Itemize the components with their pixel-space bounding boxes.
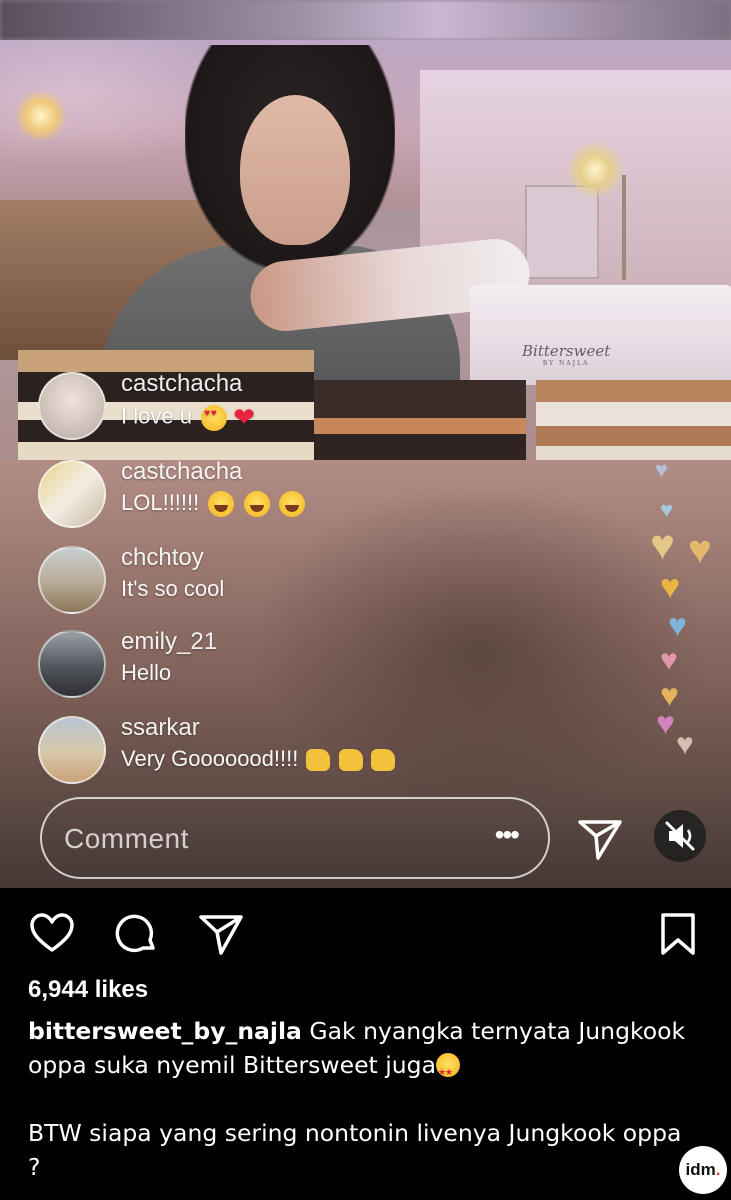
comment-username[interactable]: chchtoy [121,544,204,572]
floating-heart-icon: ♥ [656,705,675,741]
floating-heart-icon: ♥ [660,568,681,606]
mute-button[interactable] [654,810,706,862]
comment-text-row: LOL!!!!!! [121,490,305,518]
comment-username[interactable]: emily_21 [121,628,217,656]
post-actions [0,888,731,978]
product-box [470,285,731,385]
mute-icon [665,821,695,851]
floating-heart-icon: ♥ [660,644,678,677]
post-caption: bittersweet_by_najla Gak nyangka ternyat… [28,1014,688,1184]
laughing-emoji-icon [243,491,270,518]
comment-placeholder: Comment [64,823,189,854]
star-struck-emoji-icon [435,1053,460,1090]
top-blur-band [0,0,731,40]
heart-eyes-emoji-icon [201,404,228,431]
box-logo: Bittersweet BY NAJLA [522,342,611,367]
laughing-emoji-icon [278,491,305,518]
comment-username[interactable]: ssarkar [121,714,200,742]
avatar[interactable] [38,630,106,698]
floating-heart-icon: ♥ [688,528,712,572]
avatar[interactable] [38,460,106,528]
share-icon[interactable] [197,910,245,958]
thumbs-up-emoji-icon [370,749,395,772]
watermark-logo: idm. [679,1146,727,1194]
floating-heart-icon: ♥ [655,457,669,482]
comment-text: It's so cool [121,576,225,601]
comment-icon[interactable] [113,910,161,958]
laughing-emoji-icon [208,491,235,518]
comment-text-row: I love u ❤ [121,402,255,433]
red-heart-emoji-icon: ❤ [233,402,255,432]
comment-input[interactable]: Comment ••• [40,797,550,879]
person-face [240,95,350,245]
likes-count[interactable]: 6,944 likes [28,976,148,1004]
comment-text-row: Very Gooooood!!!! [121,746,395,772]
heart-icon[interactable] [28,910,76,958]
floor-lamp [565,140,625,200]
cake-jar-middle [314,380,526,462]
comment-text: I love u [121,403,192,429]
comment-text: Hello [121,660,172,685]
floor-lamp-pole [622,175,626,280]
avatar[interactable] [38,716,106,784]
comment-username[interactable]: castchacha [121,458,242,486]
comment-text: Very Gooooood!!!! [121,746,299,771]
comment-text: LOL!!!!!! [121,490,200,515]
live-video[interactable]: Bittersweet BY NAJLA ♥ ♥ ♥ ♥ ♥ ♥ ♥ ♥ ♥ ♥… [0,0,731,888]
floating-heart-icon: ♥ [676,728,694,761]
floating-heart-icon: ♥ [668,607,687,643]
thumbs-up-emoji-icon [338,749,363,772]
bookmark-icon[interactable] [654,910,702,958]
comment-username[interactable]: castchacha [121,370,242,398]
caption-username[interactable]: bittersweet_by_najla [28,1017,302,1045]
ceiling-lamp [12,92,70,140]
thumbs-up-emoji-icon [306,749,331,772]
caption-text-2: BTW siapa yang sering nontonin livenya J… [28,1119,682,1181]
avatar[interactable] [38,372,106,440]
more-options-button[interactable]: ••• [495,819,520,851]
cake-jar-right [536,380,731,462]
send-icon[interactable] [574,812,626,864]
floating-heart-icon: ♥ [650,521,675,568]
avatar[interactable] [38,546,106,614]
